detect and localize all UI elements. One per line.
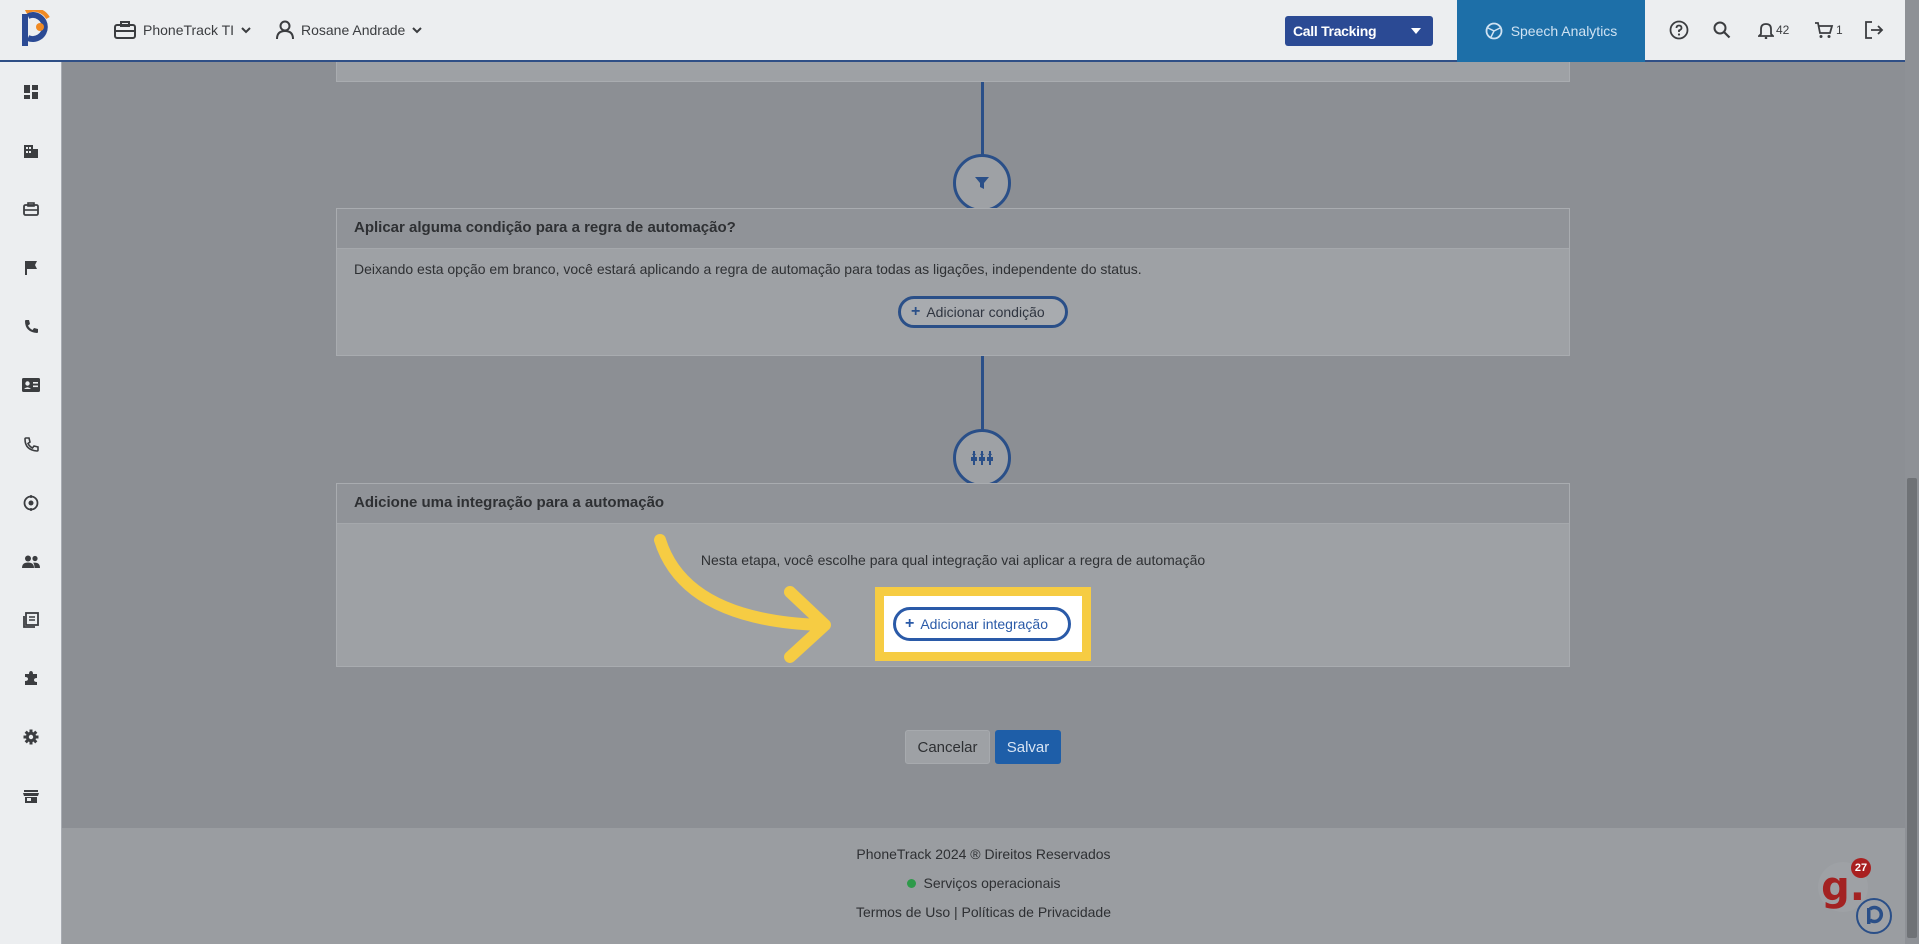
cart-count: 1	[1836, 23, 1843, 37]
sidebar-item-dashboard[interactable]	[22, 83, 40, 101]
company-selector[interactable]: PhoneTrack TI	[114, 0, 251, 60]
speech-analytics-label: Speech Analytics	[1510, 23, 1618, 39]
logout-icon	[1865, 21, 1884, 39]
notifications-button[interactable]: 42	[1758, 18, 1789, 42]
footer-links[interactable]: Termos de Uso | Políticas de Privacidade	[62, 904, 1905, 920]
user-icon	[276, 20, 294, 40]
store-icon	[23, 789, 39, 803]
logout-button[interactable]	[1864, 18, 1884, 42]
sidebar-item-tracking[interactable]	[22, 494, 40, 512]
sidebar-item-contacts[interactable]	[22, 376, 40, 394]
search-icon	[1713, 21, 1731, 39]
filter-step-node	[953, 154, 1011, 212]
puzzle-icon	[25, 671, 37, 685]
flag-icon	[25, 261, 37, 275]
plus-icon: +	[905, 615, 915, 632]
speech-analytics-icon	[1485, 22, 1503, 40]
sidebar-item-companies[interactable]	[22, 142, 40, 160]
sidebar-item-integrations[interactable]	[22, 669, 40, 687]
building-icon	[24, 145, 38, 158]
target-icon	[23, 495, 39, 511]
integration-step-node	[953, 429, 1011, 487]
product-select-value: Call Tracking	[1293, 23, 1377, 39]
add-condition-label: Adicionar condição	[926, 304, 1045, 320]
cart-icon	[1815, 22, 1834, 38]
filter-icon	[975, 177, 989, 189]
condition-card-body: Deixando esta opção em branco, você esta…	[337, 249, 1569, 289]
condition-card: Aplicar alguma condição para a regra de …	[336, 208, 1570, 356]
g-widget-count: 27	[1851, 858, 1871, 878]
contact-card-icon	[22, 378, 40, 392]
condition-card-title: Aplicar alguma condição para a regra de …	[337, 209, 1569, 249]
sidebar-item-calls[interactable]	[22, 317, 40, 335]
briefcase-icon	[23, 202, 39, 216]
sidebar-item-portfolio[interactable]	[22, 200, 40, 218]
search-button[interactable]	[1713, 18, 1731, 42]
briefcase-icon	[114, 21, 136, 39]
sidebar-item-store[interactable]	[22, 787, 40, 805]
speech-analytics-button[interactable]: Speech Analytics	[1457, 0, 1645, 62]
people-icon	[22, 555, 40, 568]
arrow-annotation-icon	[654, 534, 831, 663]
user-selector[interactable]: Rosane Andrade	[276, 0, 423, 60]
plus-icon: +	[911, 303, 921, 320]
caret-down-icon	[1411, 28, 1421, 34]
sidebar-item-reports[interactable]	[22, 611, 40, 629]
product-select[interactable]: Call Tracking	[1285, 16, 1433, 46]
flow-connector	[981, 82, 984, 156]
user-name: Rosane Andrade	[301, 22, 406, 38]
add-integration-label: Adicionar integração	[920, 616, 1048, 632]
gear-icon	[23, 729, 39, 745]
sidebar-item-campaigns[interactable]	[22, 259, 40, 277]
sidebar-item-telephony[interactable]	[22, 435, 40, 453]
footer-status-text: Serviços operacionais	[923, 875, 1061, 891]
footer-status: Serviços operacionais	[62, 875, 1905, 891]
chevron-down-icon	[241, 27, 251, 34]
help-icon	[1669, 20, 1689, 40]
integration-card-description: Nesta etapa, você escolhe para qual inte…	[700, 552, 1206, 568]
cart-button[interactable]: 1	[1814, 18, 1843, 42]
sidebar	[0, 62, 62, 944]
phonetrack-logo-icon[interactable]	[18, 10, 56, 50]
status-dot-icon	[906, 879, 916, 888]
phonetrack-chat-button[interactable]	[1856, 898, 1892, 934]
bell-icon	[1758, 23, 1774, 39]
sidebar-item-settings[interactable]	[22, 728, 40, 746]
footer: PhoneTrack 2024 ® Direitos Reservados Se…	[62, 828, 1905, 944]
phone-call-icon	[23, 436, 39, 452]
chevron-down-icon	[412, 27, 423, 34]
trigger-card	[336, 62, 1570, 82]
notifications-count: 42	[1776, 23, 1790, 37]
help-button[interactable]	[1669, 18, 1689, 42]
top-bar: PhoneTrack TI Rosane Andrade Call Tracki…	[0, 0, 1905, 62]
sidebar-item-users[interactable]	[22, 552, 40, 570]
scrollbar-thumb[interactable]	[1907, 478, 1917, 938]
cancel-button[interactable]: Cancelar	[905, 730, 990, 764]
dashboard-icon	[24, 85, 38, 99]
save-button[interactable]: Salvar	[995, 730, 1061, 764]
sliders-icon	[971, 451, 993, 465]
library-icon	[23, 612, 39, 628]
condition-card-description: Deixando esta opção em branco, você esta…	[354, 261, 1142, 277]
add-integration-button[interactable]: + Adicionar integração	[893, 607, 1071, 641]
company-name: PhoneTrack TI	[143, 22, 235, 38]
integration-card-body: Nesta etapa, você escolhe para qual inte…	[337, 524, 1569, 580]
phone-icon	[24, 319, 38, 333]
footer-copyright: PhoneTrack 2024 ® Direitos Reservados	[856, 846, 1111, 862]
add-condition-button[interactable]: + Adicionar condição	[898, 296, 1068, 328]
integration-card-title: Adicione uma integração para a automação	[337, 484, 1569, 524]
phonetrack-logo-icon	[1867, 905, 1884, 924]
flow-connector	[981, 356, 984, 432]
